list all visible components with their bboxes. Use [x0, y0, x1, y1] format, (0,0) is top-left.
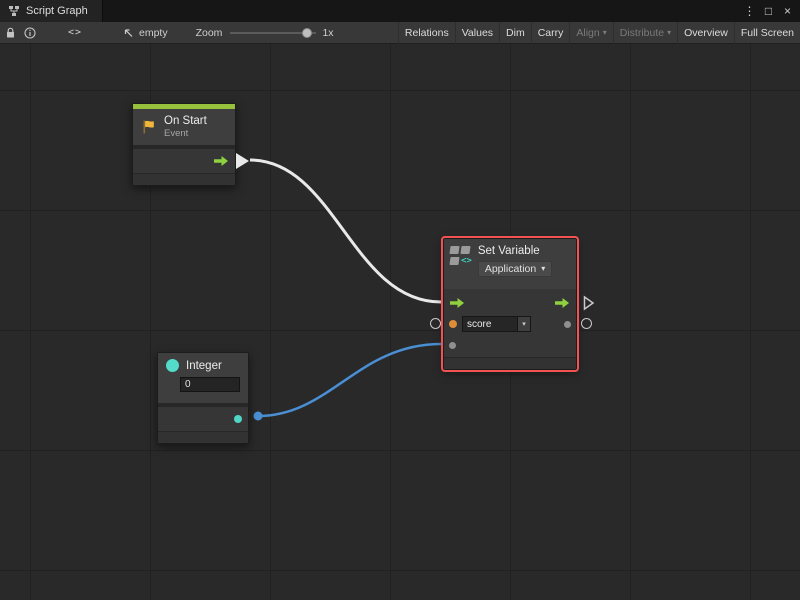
variable-name-field[interactable]: score ▾ [462, 316, 531, 332]
value-port-row [444, 335, 576, 355]
graph-icon [8, 5, 20, 17]
relations-button[interactable]: Relations [398, 22, 455, 44]
maximize-icon[interactable]: □ [759, 1, 778, 21]
graph-toolbar: <> empty Zoom 1x Relations Values Dim Ca… [0, 22, 800, 44]
wire-control-flow[interactable] [250, 160, 441, 302]
info-icon[interactable] [20, 22, 40, 44]
node-footer [444, 357, 576, 369]
code-icon: <> [461, 257, 472, 265]
title-bar: Script Graph ⋮ □ × [0, 0, 800, 22]
wire-integer-to-value[interactable] [258, 344, 441, 416]
tab-script-graph[interactable]: Script Graph [0, 0, 103, 22]
chevron-down-icon: ▾ [603, 29, 607, 37]
flow-output-port[interactable] [555, 298, 570, 308]
menu-kebab-icon[interactable]: ⋮ [740, 1, 759, 21]
integer-header: Integer 0 [158, 353, 248, 403]
node-footer [158, 431, 248, 443]
breadcrumb-label: empty [139, 27, 168, 39]
overview-button[interactable]: Overview [677, 22, 734, 44]
node-title: Integer [186, 360, 222, 372]
zoom-value: 1x [322, 27, 333, 39]
chevron-down-icon: ▾ [541, 265, 545, 273]
graph-canvas[interactable]: On Start Event <> Set Variabl [0, 44, 800, 600]
close-icon[interactable]: × [778, 1, 797, 21]
integer-type-icon [166, 359, 179, 372]
node-title: Set Variable [478, 245, 570, 257]
node-on-start[interactable]: On Start Event [132, 103, 236, 186]
integer-port-row [158, 403, 248, 431]
align-dropdown-button[interactable]: Align▾ [569, 22, 612, 44]
tab-title: Script Graph [26, 5, 88, 17]
value-input-port[interactable] [449, 342, 456, 349]
flow-port-row [444, 293, 576, 313]
node-set-variable[interactable]: <> Set Variable Application ▾ [443, 238, 577, 370]
wire-layer [0, 44, 800, 600]
control-output-connector[interactable] [236, 153, 249, 169]
chevron-down-icon: ▾ [667, 29, 671, 37]
lock-icon[interactable] [0, 22, 20, 44]
set-variable-header: <> Set Variable Application ▾ [444, 239, 576, 289]
script-graph-window: Script Graph ⋮ □ × <> empt [0, 0, 800, 600]
variable-name-value[interactable]: score [462, 316, 518, 332]
on-start-titles: On Start Event [164, 115, 207, 139]
node-footer [133, 173, 235, 185]
full-screen-button[interactable]: Full Screen [734, 22, 800, 44]
node-title: On Start [164, 115, 207, 127]
window-controls: ⋮ □ × [740, 0, 800, 22]
graph-breadcrumb[interactable]: empty [122, 27, 168, 39]
variable-name-dropdown-icon[interactable]: ▾ [518, 316, 531, 332]
values-button[interactable]: Values [455, 22, 499, 44]
flow-output-connector[interactable] [583, 295, 595, 311]
node-integer[interactable]: Integer 0 [157, 352, 249, 444]
flow-output-port[interactable] [214, 156, 229, 166]
integer-output-port[interactable] [234, 415, 242, 423]
dim-button[interactable]: Dim [499, 22, 531, 44]
zoom-slider[interactable] [230, 28, 316, 38]
variables-icon: <> [450, 245, 472, 285]
code-preview-toggle[interactable]: <> [58, 24, 92, 42]
zoom-slider-handle[interactable] [302, 28, 312, 38]
on-start-header: On Start Event [133, 109, 235, 145]
input-connection-ring[interactable] [430, 318, 441, 329]
node-subtitle: Event [164, 128, 207, 139]
toolbar-buttons: Relations Values Dim Carry Align▾ Distri… [398, 22, 800, 44]
flag-icon [141, 119, 157, 135]
on-start-port-row [133, 149, 235, 173]
output-connection-ring[interactable] [581, 318, 592, 329]
flow-input-port[interactable] [450, 298, 465, 308]
integer-value-field[interactable]: 0 [180, 377, 240, 392]
wire-endpoint-dot[interactable] [254, 412, 263, 421]
variable-scope-dropdown[interactable]: Application ▾ [478, 261, 552, 277]
set-variable-titles: Set Variable Application ▾ [478, 245, 570, 285]
pointer-icon [122, 27, 134, 39]
carry-button[interactable]: Carry [531, 22, 570, 44]
value-output-port[interactable] [564, 321, 571, 328]
set-variable-ports: score ▾ [444, 289, 576, 357]
distribute-dropdown-button[interactable]: Distribute▾ [613, 22, 677, 44]
zoom-label: Zoom [196, 27, 223, 39]
name-input-port[interactable] [449, 320, 457, 328]
name-port-row: score ▾ [444, 313, 576, 335]
